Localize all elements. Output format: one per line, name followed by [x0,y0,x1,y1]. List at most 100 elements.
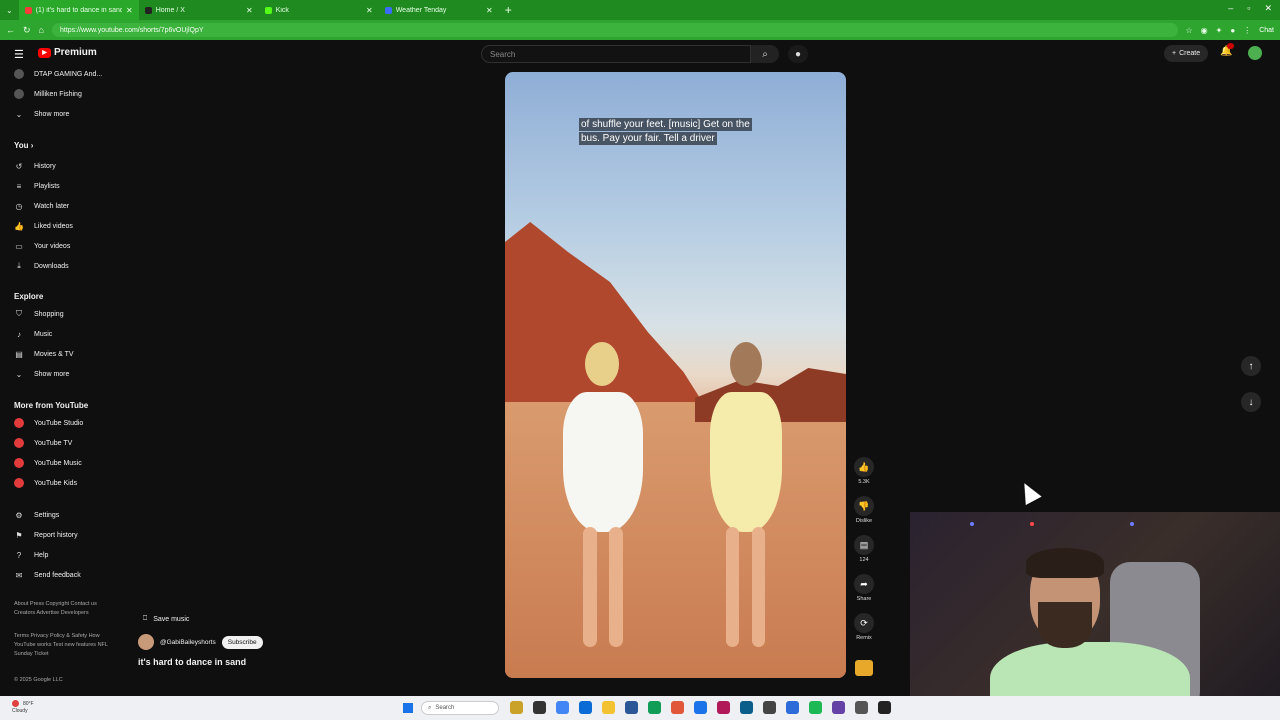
footer-links-2[interactable]: Terms Privacy Policy & Safety How YouTub… [14,632,114,659]
next-short-button[interactable]: ↓ [1241,392,1261,412]
dislike-button[interactable]: 👎 Dislike [854,496,874,524]
sidebar-item-liked-videos[interactable]: 👍 Liked videos [14,219,73,233]
app-icon[interactable] [878,701,891,714]
sidebar-item-youtube-studio[interactable]: YouTube Studio [14,416,83,430]
app-icon[interactable] [717,701,730,714]
create-button[interactable]: + Create [1164,45,1209,62]
close-window-icon[interactable]: ✕ [1264,3,1272,14]
home-icon[interactable]: ⌂ [39,25,44,35]
sidebar-item-shopping[interactable]: ⛉ Shopping [14,307,64,321]
hamburger-menu-icon[interactable]: ☰ [14,48,24,61]
sidebar-item-send-feedback[interactable]: ✉ Send feedback [14,568,81,582]
chrome-icon[interactable] [556,701,569,714]
previous-short-button[interactable]: ↑ [1241,356,1261,376]
sidebar-item-youtube-tv[interactable]: YouTube TV [14,436,72,450]
search-button[interactable]: ⌕ [751,45,779,63]
comments-button[interactable]: ▤ 124 [854,535,874,563]
browser-tab-kick[interactable]: Kick ✕ [259,0,379,20]
app-icon[interactable] [625,701,638,714]
app-icon[interactable] [763,701,776,714]
sidebar-item-label: Shopping [34,310,64,318]
sound-thumbnail[interactable] [855,660,873,676]
voice-search-button[interactable]: ● [788,45,808,63]
sidebar-item-report-history[interactable]: ⚑ Report history [14,528,77,542]
weather-widget[interactable]: 80°F Cloudy [12,700,34,715]
arrow-up-icon: ↑ [1248,360,1254,372]
profile-icon[interactable]: ● [1230,26,1235,35]
puzzle-icon[interactable]: ✦ [1216,26,1223,35]
sidebar-you-header[interactable]: You › [14,141,33,150]
close-icon[interactable]: ✕ [366,6,373,15]
subscribe-button[interactable]: Subscribe [221,635,263,649]
weather-icon [12,700,19,707]
sidebar-item-subscription[interactable]: DTAP GAMING And... [14,67,102,81]
spotify-icon[interactable] [809,701,822,714]
sidebar-item-downloads[interactable]: ⤓ Downloads [14,259,69,273]
url-field[interactable]: https://www.youtube.com/shorts/7p6vOUjlQ… [51,23,1178,37]
sidebar-show-more[interactable]: ⌄ Show more [14,367,70,381]
shorts-video-player[interactable]: of shuffle your feet. [music] Get on the… [505,72,846,678]
sidebar-item-playlists[interactable]: ≡ Playlists [14,179,60,193]
sidebar-item-subscription[interactable]: Milliken Fishing [14,87,82,101]
share-button[interactable]: ➦ Share [854,574,874,602]
app-icon[interactable] [832,701,845,714]
tab-list-icon[interactable]: ⌄ [6,6,13,15]
webcam-overlay [910,512,1280,720]
search-input[interactable]: Search [481,45,751,63]
back-icon[interactable]: ← [6,25,15,35]
close-icon[interactable]: ✕ [486,6,493,15]
app-icon[interactable] [510,701,523,714]
app-icon[interactable] [786,701,799,714]
file-explorer-icon[interactable] [602,701,615,714]
short-title[interactable]: it's hard to dance in sand [138,657,246,667]
sidebar-item-youtube-music[interactable]: YouTube Music [14,456,82,470]
browser-tab-x[interactable]: Home / X ✕ [139,0,259,20]
thumbs-down-icon: 👎 [854,496,874,516]
notifications-button[interactable]: 🔔 [1220,43,1234,57]
remix-button[interactable]: ⟳ Remix [854,613,874,641]
sidebar-item-music[interactable]: ♪ Music [14,327,52,341]
app-icon[interactable] [855,701,868,714]
app-icon[interactable] [533,701,546,714]
sidebar-item-watch-later[interactable]: ◷ Watch later [14,199,70,213]
sidebar-item-help[interactable]: ? Help [14,548,49,562]
sidebar-item-history[interactable]: ↺ History [14,159,56,173]
maximize-icon[interactable]: ▫ [1247,3,1250,14]
footer-links-1[interactable]: About Press Copyright Contact us Creator… [14,600,114,618]
windows-start-icon[interactable] [403,703,413,713]
save-music-button[interactable]: ⎕ Save music [143,615,189,623]
browser-tab-weather[interactable]: Weather Tenday ✕ [379,0,499,20]
sidebar-item-label: Show more [34,110,70,118]
app-icon[interactable] [740,701,753,714]
like-button[interactable]: 👍 5.3K [854,457,874,485]
new-tab-button[interactable]: + [505,3,512,17]
more-icon[interactable]: ⋮ [1243,26,1251,35]
create-label: Create [1179,50,1201,57]
app-icon[interactable] [671,701,684,714]
app-icon[interactable] [579,701,592,714]
chat-button[interactable]: Chat [1259,27,1274,34]
taskbar-search-input[interactable]: ⌕ Search [421,701,499,715]
channel-avatar[interactable] [138,634,154,650]
close-icon[interactable]: ✕ [126,6,133,15]
star-icon[interactable]: ☆ [1186,26,1193,35]
channel-name[interactable]: @GabiBaileyshorts [160,639,216,646]
minimize-icon[interactable]: – [1228,3,1233,14]
sidebar-show-more[interactable]: ⌄ Show more [14,107,70,121]
close-icon[interactable]: ✕ [246,6,253,15]
sidebar-item-label: Downloads [34,262,69,270]
extension-icon[interactable]: ◉ [1201,26,1208,35]
youtube-studio-icon [14,418,24,428]
sidebar-item-settings[interactable]: ⚙ Settings [14,508,59,522]
edge-icon[interactable] [648,701,661,714]
browser-tab-youtube[interactable]: (1) it's hard to dance in sand ✕ [18,0,139,20]
sidebar-item-youtube-kids[interactable]: YouTube Kids [14,476,77,490]
webcam-light [970,522,974,526]
reload-icon[interactable]: ↻ [23,25,31,36]
sidebar-item-your-videos[interactable]: ▭ Your videos [14,239,70,253]
app-icon[interactable] [694,701,707,714]
sidebar-item-movies-tv[interactable]: ▤ Movies & TV [14,347,73,361]
avatar[interactable] [1248,46,1262,60]
youtube-logo[interactable]: ▶ Premium [38,47,97,58]
copyright: © 2025 Google LLC [14,677,63,683]
